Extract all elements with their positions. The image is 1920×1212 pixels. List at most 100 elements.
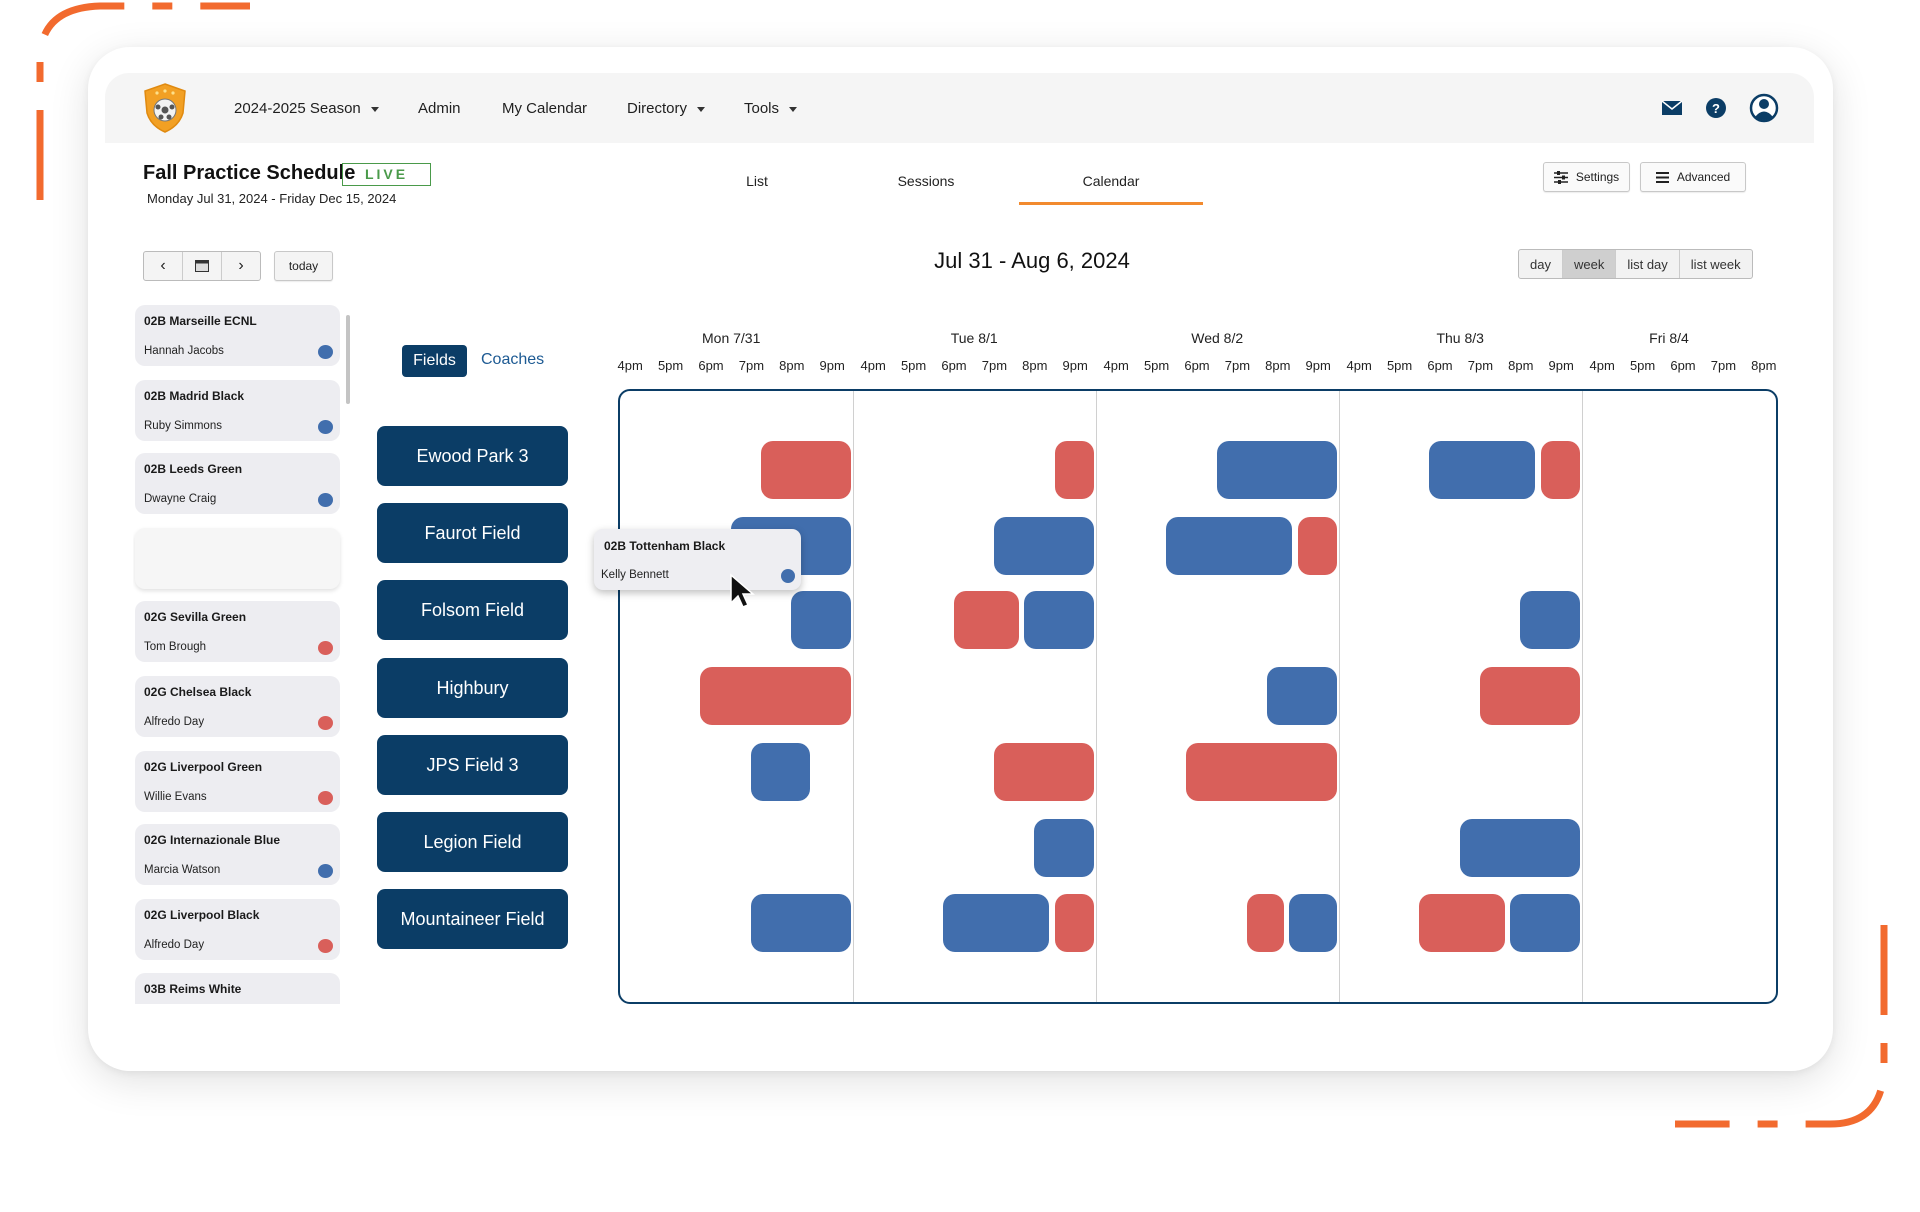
team-color-dot [781,569,795,583]
dragged-team-card[interactable]: 02B Tottenham Black Kelly Bennett [594,529,801,590]
view-list-day-button[interactable]: list day [1616,250,1680,278]
calendar-event[interactable] [1510,893,1580,952]
field-button[interactable]: JPS Field 3 [377,735,568,795]
calendar-event[interactable] [1479,666,1580,725]
calendar-event[interactable] [750,742,811,801]
hour-label: 8pm [1751,358,1777,373]
team-card[interactable]: 02G Internazionale Blue Marcia Watson [135,824,340,885]
club-logo[interactable] [143,83,187,133]
calendar-event[interactable] [1054,893,1094,952]
hour-label: 9pm [819,358,845,373]
calendar-event[interactable] [1034,818,1094,877]
field-button[interactable]: Folsom Field [377,580,568,640]
nav-my-calendar[interactable]: My Calendar [502,100,587,117]
calendar-event[interactable] [993,516,1094,575]
advanced-button[interactable]: Advanced [1640,162,1746,192]
calendar-event[interactable] [1216,440,1337,499]
team-card-placeholder[interactable] [135,528,340,589]
help-icon[interactable]: ? [1704,96,1728,120]
calendar-event[interactable] [943,893,1050,952]
calendar-event[interactable] [953,590,1020,649]
hour-label: 8pm [779,358,805,373]
calendar-range-title: Jul 31 - Aug 6, 2024 [934,248,1130,273]
calendar-event[interactable] [1054,440,1094,499]
team-card[interactable]: 02B Leeds Green Dwayne Craig [135,453,340,514]
calendar-event[interactable] [1186,742,1337,801]
svg-text:?: ? [1712,101,1720,116]
chevron-right-icon: › [238,257,244,274]
team-list-scrollbar[interactable] [346,315,350,404]
hour-label: 5pm [1143,358,1170,373]
view-week-button[interactable]: week [1562,250,1617,278]
dragged-team-coach: Kelly Bennett [601,569,669,581]
day-separator [1338,391,1340,1002]
calendar-event[interactable] [1540,440,1580,499]
calendar-event[interactable] [1459,818,1580,877]
hour-label: 7pm [1710,358,1737,373]
next-button[interactable]: › [222,252,260,280]
team-card[interactable]: 02B Marseille ECNL Hannah Jacobs [135,305,340,366]
team-card[interactable]: 02G Liverpool Green Willie Evans [135,751,340,812]
hour-label: 8pm [1508,358,1534,373]
hour-label: 8pm [1022,358,1048,373]
nav-admin[interactable]: Admin [418,100,461,117]
fields-toggle[interactable]: Fields [402,345,467,377]
nav-season-dropdown[interactable]: 2024-2025 Season [234,100,379,117]
team-card[interactable]: 03B Reims White [135,973,340,1004]
calendar-icon [195,260,209,272]
settings-button[interactable]: Settings [1543,162,1630,192]
nav-directory-label: Directory [627,100,688,117]
caret-down-icon [789,106,798,112]
user-account-icon[interactable] [1749,93,1779,123]
status-badge: LIVE [342,163,431,186]
team-color-dot [318,420,333,434]
calendar-event[interactable] [791,590,851,649]
calendar-event[interactable] [1289,893,1337,952]
date-picker-button[interactable] [183,252,222,280]
field-button[interactable]: Faurot Field [377,503,568,563]
day-label: Mon 7/31 [702,330,761,346]
hour-label: 4pm [617,358,643,373]
field-button[interactable]: Mountaineer Field [377,889,568,949]
calendar-event[interactable] [1267,666,1337,725]
view-day-button[interactable]: day [1519,250,1563,278]
tab-list[interactable]: List [746,173,768,189]
mouse-pointer-icon [730,573,756,608]
team-card[interactable]: 02B Madrid Black Ruby Simmons [135,380,340,441]
chevron-left-icon: ‹ [160,257,166,274]
team-color-dot [318,641,333,655]
calendar-event[interactable] [1297,516,1337,575]
team-coach: Ruby Simmons [144,420,222,432]
field-button[interactable]: Highbury [377,658,568,718]
calendar-event[interactable] [761,440,851,499]
tab-sessions[interactable]: Sessions [898,173,955,189]
nav-directory-dropdown[interactable]: Directory [627,100,706,117]
tab-calendar[interactable]: Calendar [1083,173,1140,189]
view-list-week-button[interactable]: list week [1680,250,1752,278]
calendar-event[interactable] [750,893,851,952]
calendar-event[interactable] [1419,893,1506,952]
team-card[interactable]: 02G Chelsea Black Alfredo Day [135,676,340,737]
field-button[interactable]: Legion Field [377,812,568,872]
calendar-event[interactable] [1429,440,1536,499]
today-button[interactable]: today [274,251,333,281]
calendar-event[interactable] [700,666,851,725]
team-color-dot [318,939,333,953]
coaches-toggle[interactable]: Coaches [481,351,544,369]
field-button[interactable]: Ewood Park 3 [377,426,568,486]
team-card[interactable]: 02G Liverpool Black Alfredo Day [135,899,340,960]
mail-icon[interactable] [1660,96,1684,120]
calendar-event[interactable] [1166,516,1293,575]
hour-label: 5pm [900,358,927,373]
calendar-event[interactable] [1520,590,1580,649]
day-label: Tue 8/1 [950,330,998,346]
hour-label: 4pm [1589,358,1615,373]
calendar-event[interactable] [1247,893,1285,952]
team-card[interactable]: 02G Sevilla Green Tom Brough [135,601,340,662]
caret-down-icon [697,106,706,112]
previous-button[interactable]: ‹ [144,252,183,280]
nav-tools-dropdown[interactable]: Tools [744,100,798,117]
calendar-event[interactable] [1024,590,1094,649]
hour-label: 5pm [1386,358,1413,373]
calendar-event[interactable] [993,742,1094,801]
